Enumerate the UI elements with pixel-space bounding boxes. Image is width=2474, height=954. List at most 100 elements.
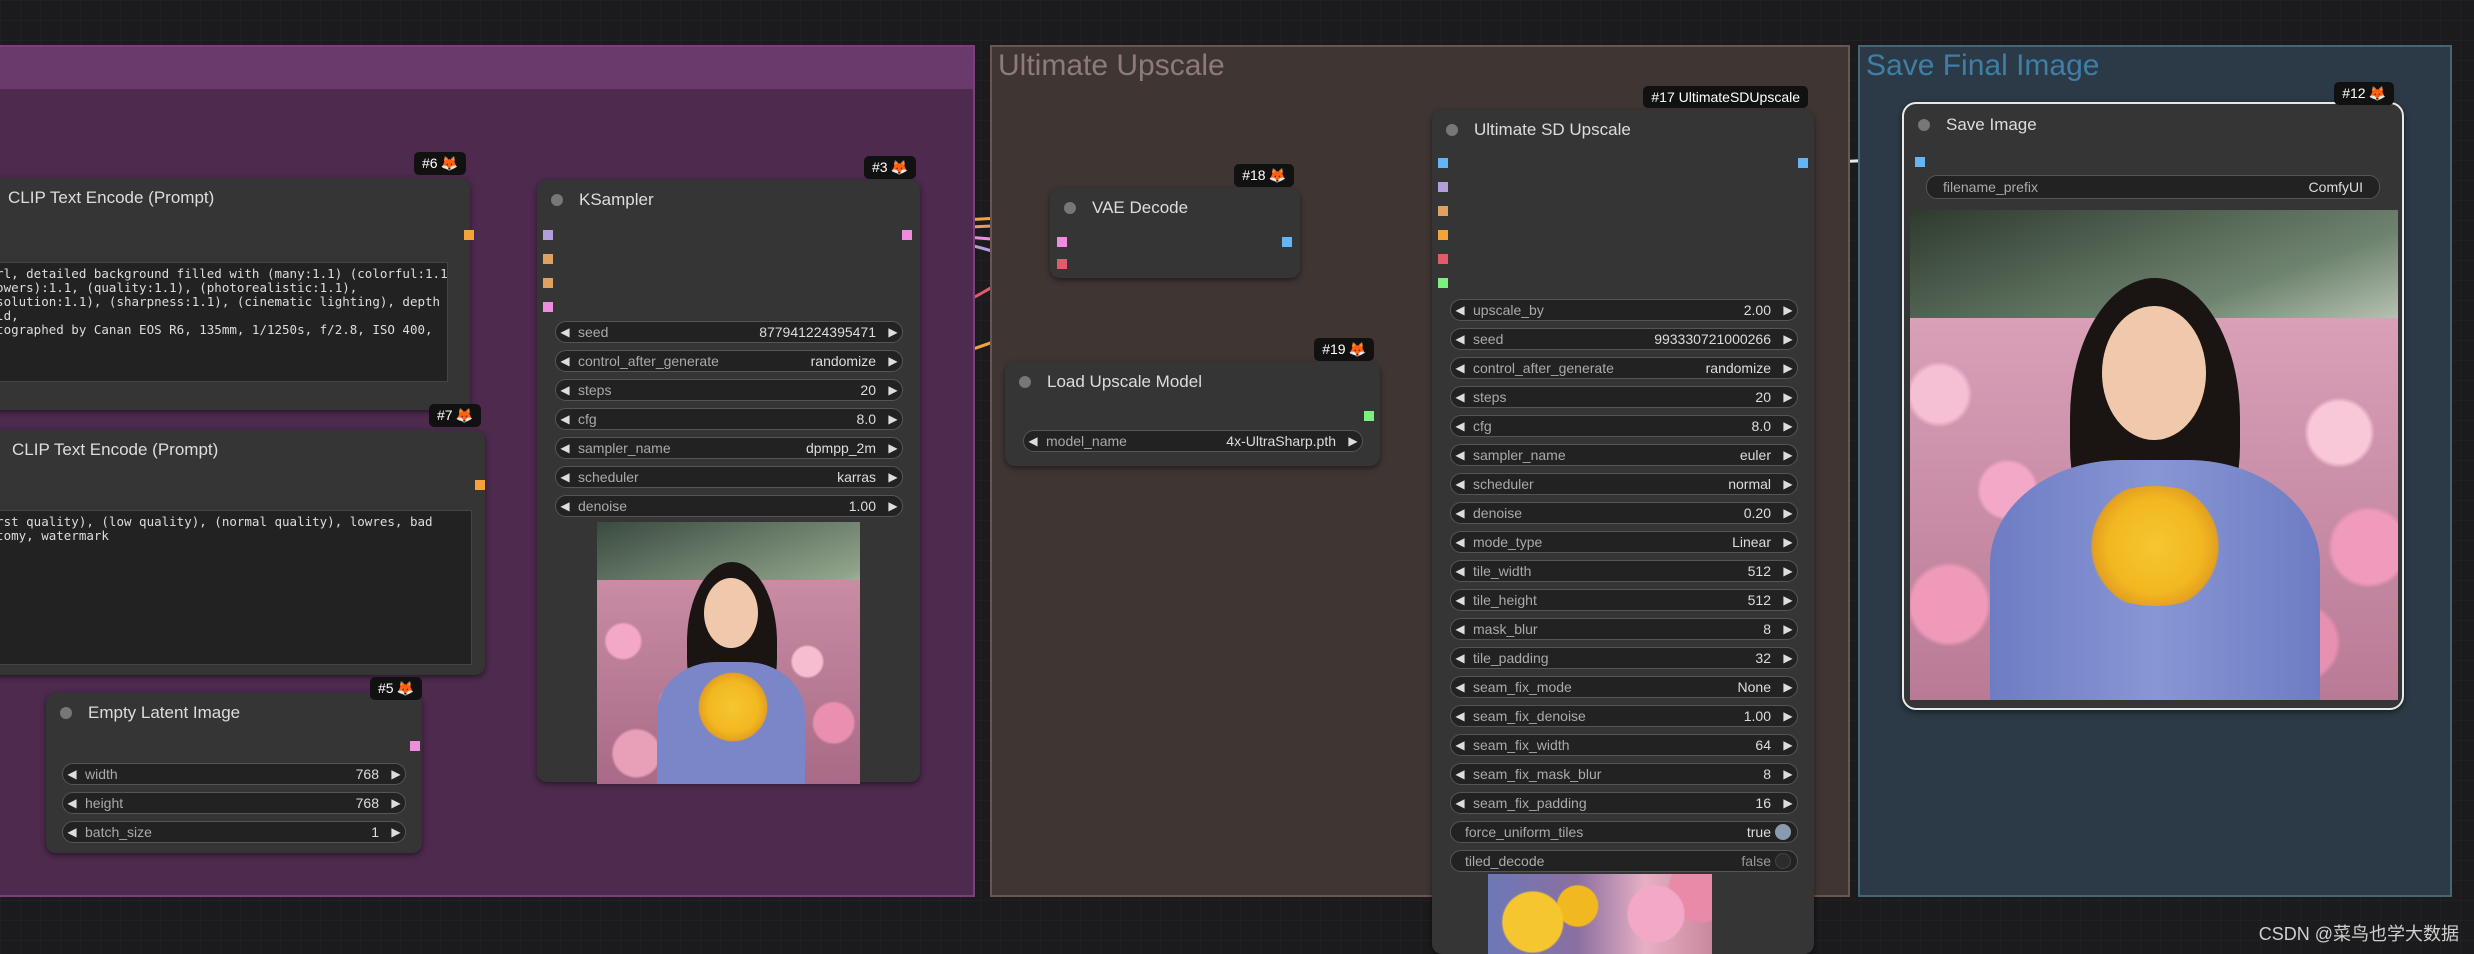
arrow-right-icon[interactable]: ▶ bbox=[1779, 622, 1797, 636]
widget-scheduler[interactable]: ◀ scheduler karras ▶ bbox=[555, 466, 903, 488]
node-collapse-dot[interactable] bbox=[1446, 124, 1458, 136]
input-port-negative[interactable] bbox=[1438, 230, 1448, 240]
arrow-right-icon[interactable]: ▶ bbox=[884, 441, 902, 455]
node-collapse-dot[interactable] bbox=[60, 707, 72, 719]
node-save-image[interactable]: #12 🦊 Save Image filename_prefix ComfyUI bbox=[1902, 82, 2404, 710]
widget-seam-fix-denoise[interactable]: ◀ seam_fix_denoise 1.00 ▶ bbox=[1450, 705, 1798, 727]
arrow-left-icon[interactable]: ◀ bbox=[556, 325, 574, 339]
arrow-right-icon[interactable]: ▶ bbox=[1779, 593, 1797, 607]
arrow-right-icon[interactable]: ▶ bbox=[1779, 448, 1797, 462]
widget-seed[interactable]: ◀ seed 993330721000266 ▶ bbox=[1450, 328, 1798, 350]
arrow-right-icon[interactable]: ▶ bbox=[1779, 796, 1797, 810]
node-collapse-dot[interactable] bbox=[1918, 119, 1930, 131]
arrow-right-icon[interactable]: ▶ bbox=[1779, 680, 1797, 694]
widget-sampler-name[interactable]: ◀ sampler_name dpmpp_2m ▶ bbox=[555, 437, 903, 459]
arrow-right-icon[interactable]: ▶ bbox=[1779, 332, 1797, 346]
node-collapse-dot[interactable] bbox=[1064, 202, 1076, 214]
arrow-right-icon[interactable]: ▶ bbox=[1779, 390, 1797, 404]
output-port-conditioning[interactable] bbox=[464, 230, 474, 240]
arrow-right-icon[interactable]: ▶ bbox=[1779, 419, 1797, 433]
arrow-left-icon[interactable]: ◀ bbox=[1451, 477, 1469, 491]
node-collapse-dot[interactable] bbox=[1019, 376, 1031, 388]
arrow-left-icon[interactable]: ◀ bbox=[556, 441, 574, 455]
arrow-right-icon[interactable]: ▶ bbox=[1779, 767, 1797, 781]
arrow-left-icon[interactable]: ◀ bbox=[63, 796, 81, 810]
widget-cfg[interactable]: ◀ cfg 8.0 ▶ bbox=[1450, 415, 1798, 437]
widget-seam-fix-padding[interactable]: ◀ seam_fix_padding 16 ▶ bbox=[1450, 792, 1798, 814]
widget-upscale-by[interactable]: ◀ upscale_by 2.00 ▶ bbox=[1450, 299, 1798, 321]
input-port-vae[interactable] bbox=[1438, 254, 1448, 264]
widget-filename-prefix[interactable]: filename_prefix ComfyUI bbox=[1926, 175, 2380, 199]
widget-control-after-generate[interactable]: ◀ control_after_generate randomize ▶ bbox=[1450, 357, 1798, 379]
toggle-knob-icon[interactable] bbox=[1775, 853, 1791, 869]
arrow-left-icon[interactable]: ◀ bbox=[1451, 593, 1469, 607]
arrow-left-icon[interactable]: ◀ bbox=[556, 354, 574, 368]
widget-sampler-name[interactable]: ◀ sampler_name euler ▶ bbox=[1450, 444, 1798, 466]
input-port-images[interactable] bbox=[1915, 157, 1925, 167]
widget-denoise[interactable]: ◀ denoise 1.00 ▶ bbox=[555, 495, 903, 517]
node-load-upscale-model[interactable]: #19 🦊 Load Upscale Model ◀ model_name 4x-Ul… bbox=[1005, 338, 1380, 466]
node-clip-text-encode-positive[interactable]: #6🦊 CLIP Text Encode (Prompt) girl, deta… bbox=[0, 152, 474, 410]
arrow-right-icon[interactable]: ▶ bbox=[1779, 709, 1797, 723]
arrow-left-icon[interactable]: ◀ bbox=[1451, 419, 1469, 433]
arrow-left-icon[interactable]: ◀ bbox=[1451, 506, 1469, 520]
widget-control-after-generate[interactable]: ◀ control_after_generate randomize ▶ bbox=[555, 350, 903, 372]
widget-scheduler[interactable]: ◀ scheduler normal ▶ bbox=[1450, 473, 1798, 495]
arrow-right-icon[interactable]: ▶ bbox=[1779, 303, 1797, 317]
widget-mask-blur[interactable]: ◀ mask_blur 8 ▶ bbox=[1450, 618, 1798, 640]
arrow-left-icon[interactable]: ◀ bbox=[63, 825, 81, 839]
widget-seam-fix-mask-blur[interactable]: ◀ seam_fix_mask_blur 8 ▶ bbox=[1450, 763, 1798, 785]
arrow-left-icon[interactable]: ◀ bbox=[63, 767, 81, 781]
input-port-positive[interactable] bbox=[543, 254, 553, 264]
arrow-right-icon[interactable]: ▶ bbox=[884, 470, 902, 484]
widget-steps[interactable]: ◀ steps 20 ▶ bbox=[555, 379, 903, 401]
input-port-upscale-model[interactable] bbox=[1438, 278, 1448, 288]
arrow-left-icon[interactable]: ◀ bbox=[556, 383, 574, 397]
node-ksampler[interactable]: #3 🦊 KSampler ◀ seed 877941224395471 ▶ ◀ cont… bbox=[537, 156, 920, 784]
arrow-right-icon[interactable]: ▶ bbox=[884, 499, 902, 513]
arrow-right-icon[interactable]: ▶ bbox=[387, 825, 405, 839]
arrow-left-icon[interactable]: ◀ bbox=[1024, 434, 1042, 448]
node-vae-decode[interactable]: #18 🦊 VAE Decode bbox=[1050, 164, 1300, 278]
widget-batch-size[interactable]: ◀ batch_size 1 ▶ bbox=[62, 821, 406, 843]
toggle-force-uniform-tiles[interactable]: force_uniform_tiles true bbox=[1450, 821, 1798, 843]
toggle-tiled-decode[interactable]: tiled_decode false bbox=[1450, 850, 1798, 872]
output-port-upscale-model[interactable] bbox=[1364, 411, 1374, 421]
input-port-model[interactable] bbox=[543, 230, 553, 240]
arrow-right-icon[interactable]: ▶ bbox=[1344, 434, 1362, 448]
arrow-right-icon[interactable]: ▶ bbox=[884, 325, 902, 339]
arrow-left-icon[interactable]: ◀ bbox=[1451, 796, 1469, 810]
arrow-right-icon[interactable]: ▶ bbox=[884, 354, 902, 368]
node-collapse-dot[interactable] bbox=[551, 194, 563, 206]
input-port-negative[interactable] bbox=[543, 278, 553, 288]
arrow-right-icon[interactable]: ▶ bbox=[387, 767, 405, 781]
prompt-textarea[interactable]: girl, detailed background filled with (m… bbox=[0, 262, 448, 382]
widget-tile-width[interactable]: ◀ tile_width 512 ▶ bbox=[1450, 560, 1798, 582]
arrow-right-icon[interactable]: ▶ bbox=[1779, 564, 1797, 578]
input-port-vae[interactable] bbox=[1057, 259, 1067, 269]
widget-height[interactable]: ◀ height 768 ▶ bbox=[62, 792, 406, 814]
input-port-samples[interactable] bbox=[1057, 237, 1067, 247]
arrow-left-icon[interactable]: ◀ bbox=[556, 470, 574, 484]
widget-tile-height[interactable]: ◀ tile_height 512 ▶ bbox=[1450, 589, 1798, 611]
arrow-left-icon[interactable]: ◀ bbox=[1451, 535, 1469, 549]
input-port-latent-image[interactable] bbox=[543, 302, 553, 312]
node-ultimate-sd-upscale[interactable]: #17 UltimateSDUpscale Ultimate SD Upscal… bbox=[1432, 86, 1814, 954]
arrow-right-icon[interactable]: ▶ bbox=[1779, 477, 1797, 491]
arrow-right-icon[interactable]: ▶ bbox=[1779, 361, 1797, 375]
arrow-right-icon[interactable]: ▶ bbox=[387, 796, 405, 810]
arrow-right-icon[interactable]: ▶ bbox=[1779, 506, 1797, 520]
arrow-left-icon[interactable]: ◀ bbox=[1451, 622, 1469, 636]
input-port-image[interactable] bbox=[1438, 158, 1448, 168]
input-port-model[interactable] bbox=[1438, 182, 1448, 192]
node-clip-text-encode-negative[interactable]: #7🦊 CLIP Text Encode (Prompt) worst qual… bbox=[0, 404, 485, 675]
widget-tile-padding[interactable]: ◀ tile_padding 32 ▶ bbox=[1450, 647, 1798, 669]
output-port-conditioning[interactable] bbox=[475, 480, 485, 490]
arrow-left-icon[interactable]: ◀ bbox=[1451, 651, 1469, 665]
arrow-left-icon[interactable]: ◀ bbox=[556, 412, 574, 426]
arrow-left-icon[interactable]: ◀ bbox=[1451, 564, 1469, 578]
output-port-latent[interactable] bbox=[410, 741, 420, 751]
arrow-right-icon[interactable]: ▶ bbox=[1779, 651, 1797, 665]
node-empty-latent-image[interactable]: #5 🦊 Empty Latent Image ◀ width 768 ▶ ◀ heigh… bbox=[46, 677, 422, 853]
arrow-right-icon[interactable]: ▶ bbox=[884, 383, 902, 397]
